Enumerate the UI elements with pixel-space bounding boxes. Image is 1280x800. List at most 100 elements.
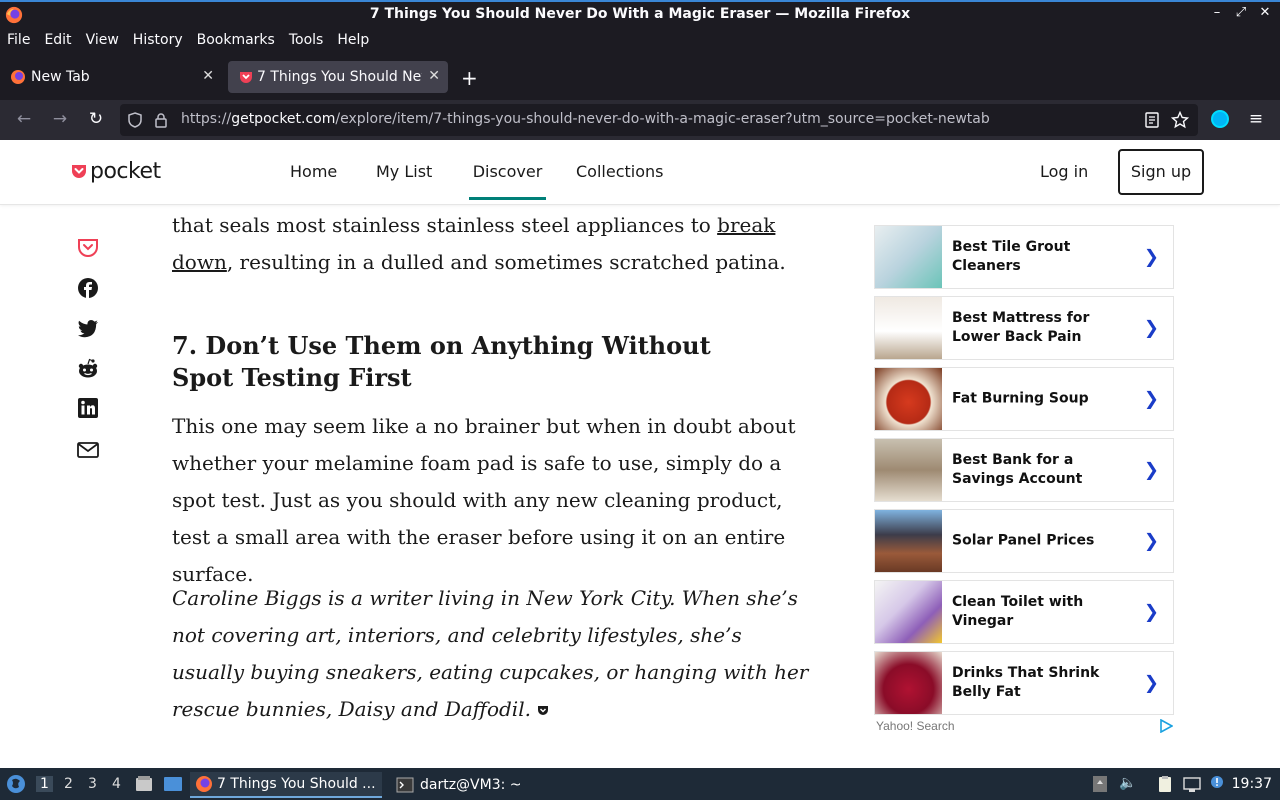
login-link[interactable]: Log in [1040, 162, 1088, 181]
ad-item[interactable]: Clean Toilet with Vinegar ❯ [874, 580, 1174, 644]
site-header: pocket Home My List Discover Collections… [0, 140, 1280, 205]
hamburger-menu-icon[interactable]: ≡ [1245, 109, 1267, 129]
article-paragraph: This one may seem like a no brainer but … [172, 414, 796, 586]
start-menu-icon[interactable] [6, 774, 26, 794]
chevron-right-icon: ❯ [1143, 459, 1159, 481]
menu-file[interactable]: File [0, 29, 37, 54]
menu-bar: File Edit View History Bookmarks Tools H… [0, 29, 1280, 54]
ad-thumbnail [875, 581, 942, 643]
ad-label: Drinks That Shrink Belly Fat [952, 665, 1100, 700]
twitter-icon[interactable] [77, 317, 99, 339]
ad-item[interactable]: Best Tile Grout Cleaners ❯ [874, 225, 1174, 289]
tab-article[interactable]: 7 Things You Should Never Do With a Magi… [228, 61, 448, 93]
author-bio: Caroline Biggs is a writer living in New… [172, 586, 809, 721]
workspace-4[interactable]: 4 [112, 776, 121, 792]
pocket-logo-icon [72, 165, 86, 178]
taskbar-firefox[interactable]: 7 Things You Should ... [190, 772, 382, 798]
pocket-logo[interactable]: pocket [71, 159, 161, 184]
tab-label: 7 Things You Should Never Do With a Magi… [257, 69, 422, 85]
tab-label: New Tab [31, 69, 90, 85]
file-manager-icon[interactable] [135, 775, 153, 793]
menu-tools[interactable]: Tools [282, 29, 331, 54]
nav-home[interactable]: Home [290, 162, 337, 181]
pocket-icon[interactable] [77, 237, 99, 259]
storage-icon[interactable] [1092, 775, 1108, 793]
url-text[interactable]: https://getpocket.com/explore/item/7-thi… [181, 111, 990, 127]
ad-thumbnail [875, 652, 942, 714]
maximize-button[interactable]: ⤢ [1234, 5, 1248, 20]
menu-history[interactable]: History [126, 29, 190, 54]
facebook-icon[interactable] [77, 277, 99, 299]
ad-label: Clean Toilet with Vinegar [952, 594, 1084, 629]
volume-icon[interactable]: 🔈 [1119, 775, 1136, 791]
ad-thumbnail [875, 510, 942, 572]
firefox-icon [196, 776, 212, 792]
adchoices-icon[interactable] [1159, 719, 1173, 733]
email-icon[interactable] [77, 439, 99, 461]
chevron-right-icon: ❯ [1143, 530, 1159, 552]
workspace-3[interactable]: 3 [88, 776, 97, 792]
ad-item[interactable]: Drinks That Shrink Belly Fat ❯ [874, 651, 1174, 715]
ad-thumbnail [875, 368, 942, 430]
workspace-1[interactable]: 1 [36, 776, 53, 792]
window-title: 7 Things You Should Never Do With a Magi… [369, 6, 911, 22]
forward-button[interactable]: → [49, 109, 71, 129]
menu-bookmarks[interactable]: Bookmarks [190, 29, 282, 54]
web-page: pocket Home My List Discover Collections… [0, 140, 1280, 768]
ad-item[interactable]: Best Bank for a Savings Account ❯ [874, 438, 1174, 502]
close-tab-icon[interactable]: ✕ [428, 68, 440, 84]
notification-icon[interactable] [1210, 775, 1224, 789]
terminal-icon [396, 777, 414, 793]
taskbar: 1 2 3 4 7 Things You Should ... dartz@VM… [0, 768, 1280, 800]
taskbar-terminal[interactable]: dartz@VM3: ~ [392, 772, 532, 798]
chevron-right-icon: ❯ [1143, 317, 1159, 339]
reddit-icon[interactable] [77, 358, 99, 380]
close-window-button[interactable]: ✕ [1258, 5, 1272, 20]
article-paragraph: that seals most stainless stainless stee… [172, 213, 786, 274]
address-bar[interactable]: https://getpocket.com/explore/item/7-thi… [120, 104, 1198, 136]
reader-view-icon[interactable] [1145, 112, 1159, 128]
pocket-icon [240, 72, 252, 83]
pocket-end-icon [538, 705, 549, 715]
task-label: dartz@VM3: ~ [420, 777, 522, 793]
workspace-2[interactable]: 2 [64, 776, 73, 792]
chevron-right-icon: ❯ [1143, 601, 1159, 623]
minimize-button[interactable]: – [1210, 5, 1224, 20]
network-icon[interactable] [1183, 775, 1201, 793]
ad-item[interactable]: Solar Panel Prices ❯ [874, 509, 1174, 573]
ad-label: Best Bank for a Savings Account [952, 452, 1083, 487]
clipboard-icon[interactable] [1156, 775, 1174, 793]
chevron-right-icon: ❯ [1143, 672, 1159, 694]
clock: 19:37 [1231, 776, 1272, 792]
ad-item[interactable]: Best Mattress for Lower Back Pain ❯ [874, 296, 1174, 360]
reload-button[interactable]: ↻ [85, 109, 107, 129]
nav-collections[interactable]: Collections [576, 162, 663, 181]
back-button[interactable]: ← [13, 109, 35, 129]
section-heading: 7. Don’t Use Them on Anything Without Sp… [172, 331, 711, 392]
tab-new-tab[interactable]: New Tab ✕ [0, 61, 222, 93]
nav-discover[interactable]: Discover [469, 162, 546, 200]
ad-item[interactable]: Fat Burning Soup ❯ [874, 367, 1174, 431]
ad-label: Best Mattress for Lower Back Pain [952, 310, 1090, 345]
new-tab-button[interactable]: + [461, 66, 478, 90]
ad-label: Solar Panel Prices [952, 532, 1095, 549]
desktop-icon[interactable] [163, 775, 183, 793]
bookmark-star-icon[interactable] [1171, 111, 1189, 129]
chevron-right-icon: ❯ [1143, 246, 1159, 268]
nav-my-list[interactable]: My List [376, 162, 432, 181]
logo-text: pocket [90, 159, 161, 184]
shield-icon[interactable] [127, 112, 143, 128]
linkedin-icon[interactable] [77, 397, 99, 419]
menu-view[interactable]: View [79, 29, 126, 54]
task-label: 7 Things You Should ... [217, 776, 376, 792]
signup-button[interactable]: Sign up [1118, 149, 1204, 195]
menu-edit[interactable]: Edit [37, 29, 78, 54]
ad-thumbnail [875, 439, 942, 501]
close-tab-icon[interactable]: ✕ [202, 68, 214, 84]
account-icon[interactable] [1209, 108, 1231, 135]
menu-help[interactable]: Help [330, 29, 376, 54]
ads-source-label: Yahoo! Search [876, 719, 955, 733]
firefox-icon [11, 70, 25, 84]
navigation-bar: ← → ↻ https://getpocket.com/explore/item… [0, 100, 1280, 140]
lock-icon[interactable] [154, 112, 168, 128]
